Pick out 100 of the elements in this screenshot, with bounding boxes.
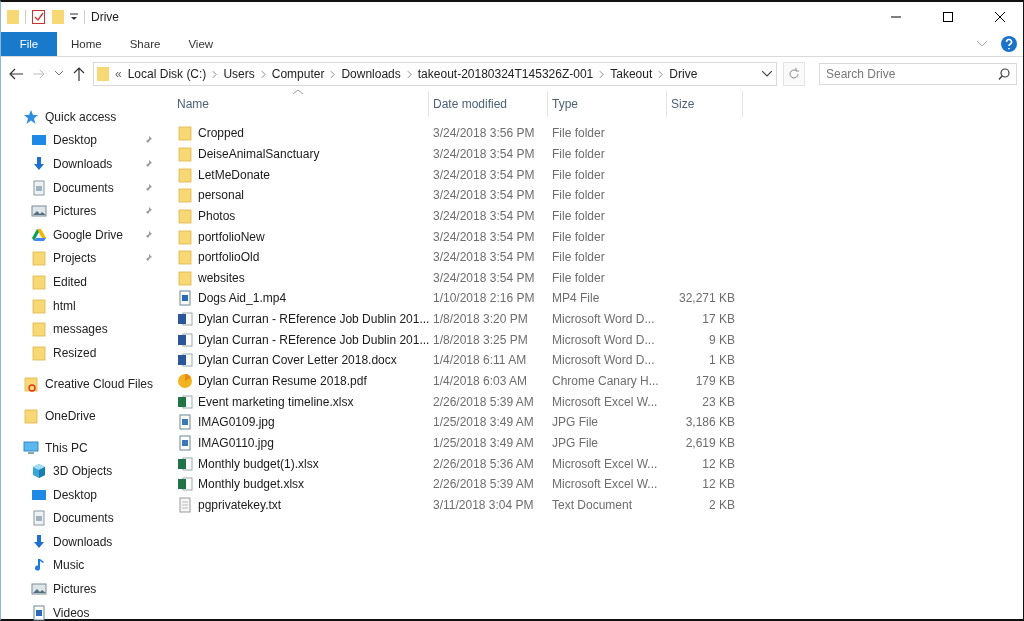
sidebar-label: Creative Cloud Files (45, 377, 155, 392)
breadcrumb[interactable]: Downloads (341, 67, 401, 81)
file-name[interactable]: DeiseAnimalSanctuary (198, 146, 320, 161)
sidebar-item[interactable]: Google Drive (1, 222, 169, 247)
sidebar-item[interactable]: 3D Objects (1, 459, 169, 483)
column-header[interactable]: Type (548, 91, 667, 117)
file-name[interactable]: Dylan Curran - REference Job Dublin 201... (198, 312, 430, 327)
chevron-icon[interactable] (260, 70, 266, 78)
breadcrumb[interactable]: Local Disk (C:) (127, 67, 207, 81)
picture-icon (31, 203, 47, 220)
file-name[interactable]: Dylan Curran Cover Letter 2018.docx (198, 353, 397, 368)
sidebar-item[interactable]: Downloads (1, 530, 169, 554)
overflow-marker[interactable]: « (115, 67, 122, 81)
date-cell-text: 1/10/2018 2:16 PM (432, 291, 536, 306)
sidebar-item[interactable]: Desktop (1, 128, 169, 153)
file-name[interactable]: portfolioOld (198, 250, 260, 265)
file-name[interactable]: IMAG0109.jpg (198, 415, 275, 430)
dropdown-icon[interactable] (762, 71, 772, 77)
breadcrumb[interactable]: Users (223, 67, 255, 81)
sidebar-item[interactable]: Videos (1, 600, 169, 621)
sidebar-item[interactable]: Music (1, 553, 169, 578)
breadcrumb[interactable]: Drive (669, 67, 698, 81)
sidebar-item[interactable]: OneDrive (1, 404, 169, 428)
sidebar-label: Downloads (53, 534, 114, 549)
refresh-button[interactable] (783, 62, 805, 86)
date-cell-text: 1/25/2018 3:49 AM (432, 415, 535, 430)
dropdown-icon[interactable] (70, 13, 78, 21)
new-folder-icon[interactable] (52, 9, 64, 25)
file-name[interactable]: Dogs Aid_1.mp4 (198, 291, 287, 306)
address-bar[interactable]: « Local Disk (C:) Users Computer Downloads takeout-20180324T145326Z-001 Takeout Drive (93, 62, 777, 86)
type-cell-text: File folder (551, 250, 606, 265)
search-field[interactable]: Search Drive (819, 63, 1017, 85)
chevron-icon[interactable] (599, 70, 605, 78)
sidebar-item[interactable]: Quick access (1, 105, 169, 129)
file-name[interactable]: personal (198, 188, 245, 203)
sidebar-item[interactable]: Edited (1, 270, 169, 294)
column-header[interactable]: Date modified (429, 91, 548, 117)
chevron-icon[interactable] (658, 70, 664, 78)
type-cell-text: File folder (551, 188, 606, 203)
sidebar-item[interactable]: Pictures (1, 199, 169, 223)
file-name[interactable]: Dylan Curran Resume 2018.pdf (198, 374, 367, 388)
forward-button[interactable] (31, 67, 47, 81)
sidebar-label: Edited (53, 274, 89, 289)
chevron-icon[interactable] (330, 70, 336, 78)
file-name[interactable]: websites (198, 270, 245, 285)
file-name[interactable]: pgprivatekey.txt (198, 497, 282, 512)
chevron-icon[interactable] (406, 70, 412, 78)
properties-icon[interactable] (32, 9, 46, 25)
sidebar-item[interactable]: Documents (1, 506, 169, 531)
ribbon-tab[interactable]: Home (57, 32, 116, 56)
window-title: Drive (91, 10, 119, 24)
date-cell-text: 1/25/2018 3:49 AM (432, 435, 535, 450)
file-name[interactable]: Monthly budget(1).xlsx (198, 456, 319, 471)
type-cell-text: Microsoft Word D... (551, 312, 656, 327)
file-name[interactable]: Event marketing timeline.xlsx (198, 394, 354, 409)
folder-icon (97, 66, 109, 82)
sidebar-item[interactable]: Resized (1, 340, 169, 365)
sidebar-label: Videos (53, 605, 91, 620)
sidebar-item[interactable]: Projects (1, 246, 169, 271)
file-name[interactable]: portfolioNew (198, 229, 265, 244)
breadcrumb[interactable]: Computer (271, 67, 325, 81)
sidebar-item[interactable]: Creative Cloud Files (1, 372, 169, 397)
date-cell-text: 1/8/2018 3:25 PM (432, 332, 529, 347)
sidebar-item[interactable]: Pictures (1, 577, 169, 601)
date-cell-text: 3/24/2018 3:54 PM (432, 208, 536, 223)
chevron-icon[interactable] (212, 70, 218, 78)
type-cell-text: File folder (551, 208, 606, 223)
sidebar-item[interactable]: Desktop (1, 482, 169, 507)
sidebar-label: Pictures (53, 204, 98, 219)
up-button[interactable] (71, 65, 87, 83)
file-name[interactable]: Cropped (198, 126, 245, 141)
file-name[interactable]: Monthly budget.xlsx (198, 477, 305, 492)
column-header[interactable]: Size (667, 91, 743, 117)
sidebar-item[interactable]: messages (1, 317, 169, 341)
sidebar-label: Resized (53, 345, 98, 360)
help-icon[interactable] (1001, 36, 1017, 52)
expand-ribbon-icon[interactable] (977, 41, 987, 47)
folder-icon (31, 297, 47, 314)
file-name[interactable]: Dylan Curran - REference Job Dublin 201... (198, 332, 430, 347)
file-menu-tab[interactable]: File (1, 32, 57, 56)
sidebar-item[interactable]: html (1, 293, 169, 318)
size-cell-text: 17 KB (701, 312, 736, 327)
folder-icon (177, 249, 193, 266)
file-name[interactable]: LetMeDonate (198, 167, 271, 182)
search-icon[interactable] (998, 68, 1010, 80)
ribbon-tab[interactable]: View (174, 32, 228, 56)
file-name[interactable]: IMAG0110.jpg (198, 435, 274, 450)
sidebar-item[interactable]: Downloads (1, 152, 169, 176)
breadcrumb[interactable]: takeout-20180324T145326Z-001 (417, 67, 594, 81)
folder-icon (31, 250, 47, 267)
back-button[interactable] (7, 66, 25, 82)
date-cell-text: 3/24/2018 3:54 PM (432, 250, 536, 265)
column-header[interactable]: Name (173, 91, 429, 117)
ribbon-tab[interactable]: Share (115, 32, 175, 56)
sidebar-item[interactable]: This PC (1, 435, 169, 460)
breadcrumb[interactable]: Takeout (610, 67, 653, 81)
date-cell-text: 3/24/2018 3:56 PM (432, 126, 536, 141)
file-name[interactable]: Photos (198, 208, 236, 223)
sidebar-item[interactable]: Documents (1, 175, 169, 200)
cube-icon (31, 463, 47, 480)
